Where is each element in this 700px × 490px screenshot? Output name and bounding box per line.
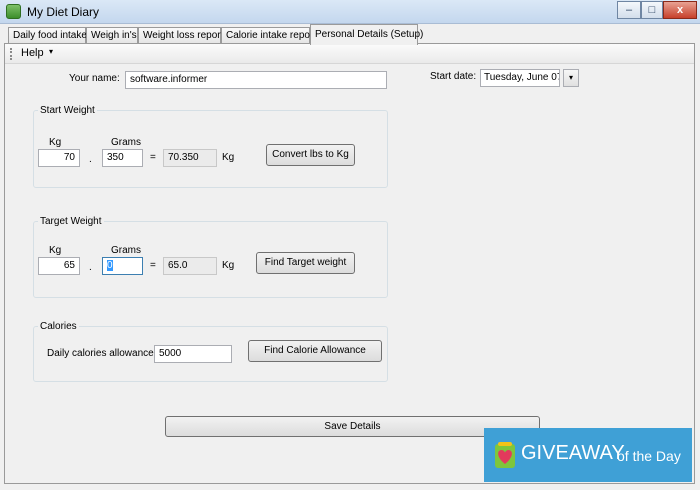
target-grams-label: Grams: [111, 245, 141, 256]
giveaway-watermark: GIVEAWAY of the Day: [484, 428, 692, 482]
name-label: Your name:: [69, 73, 120, 84]
calorie-allowance-label: Daily calories allowance:: [47, 348, 157, 359]
start-unit-label: Kg: [222, 152, 235, 163]
start-kg-label: Kg: [49, 137, 62, 148]
menu-help[interactable]: Help: [21, 47, 44, 59]
name-input[interactable]: software.informer: [125, 71, 387, 89]
find-target-weight-button[interactable]: Find Target weight: [256, 252, 355, 274]
app-icon: [6, 4, 21, 19]
start-separator: .: [89, 154, 92, 165]
menu-bar: Help ▾: [5, 44, 694, 64]
start-grams-label: Grams: [111, 137, 141, 148]
calories-title: Calories: [38, 321, 79, 332]
start-kg-input[interactable]: 70: [38, 149, 80, 167]
start-weight-result: 70.350: [163, 149, 217, 167]
calorie-allowance-input[interactable]: 5000: [154, 345, 232, 363]
target-separator: .: [89, 262, 92, 273]
target-weight-title: Target Weight: [38, 216, 104, 227]
target-equals: =: [150, 260, 156, 271]
tab-panel: Help ▾ Your name: software.informer Star…: [4, 43, 695, 484]
watermark-text-sub: of the Day: [617, 448, 681, 464]
toolbar-grip: [10, 48, 12, 60]
target-unit-label: Kg: [222, 260, 235, 271]
watermark-text-main: GIVEAWAY: [521, 442, 625, 464]
start-equals: =: [150, 152, 156, 163]
minimize-button[interactable]: –: [617, 1, 641, 19]
target-kg-input[interactable]: 65: [38, 257, 80, 275]
start-date-label: Start date:: [430, 71, 477, 82]
chevron-down-icon: ▾: [49, 47, 54, 56]
title-bar: My Diet Diary – □ x: [0, 0, 700, 24]
find-calorie-allowance-button[interactable]: Find Calorie Allowance: [248, 340, 382, 362]
window-title: My Diet Diary: [27, 5, 100, 19]
target-kg-label: Kg: [49, 245, 62, 256]
convert-lbs-button[interactable]: Convert lbs to Kg: [266, 144, 355, 166]
tab-weigh-ins[interactable]: Weigh in's: [86, 27, 138, 44]
tab-strip: Daily food intake Weigh in's Weight loss…: [0, 24, 700, 45]
target-grams-input[interactable]: 0: [102, 257, 143, 275]
start-date-picker[interactable]: Tuesday, June 07: [480, 69, 560, 87]
maximize-button[interactable]: □: [641, 1, 663, 19]
start-grams-input[interactable]: 350: [102, 149, 143, 167]
target-grams-selected-text: 0: [107, 260, 113, 271]
tab-daily-food-intake[interactable]: Daily food intake: [8, 27, 87, 44]
tab-personal-details[interactable]: Personal Details (Setup): [310, 24, 423, 45]
close-button[interactable]: x: [663, 1, 697, 19]
tab-weight-loss-report[interactable]: Weight loss report: [138, 27, 223, 44]
date-dropdown-button[interactable]: ▾: [563, 69, 579, 87]
target-weight-result: 65.0: [163, 257, 217, 275]
gift-heart-icon: [495, 442, 515, 468]
start-weight-title: Start Weight: [38, 105, 97, 116]
tab-calorie-intake-report[interactable]: Calorie intake report: [221, 27, 316, 44]
